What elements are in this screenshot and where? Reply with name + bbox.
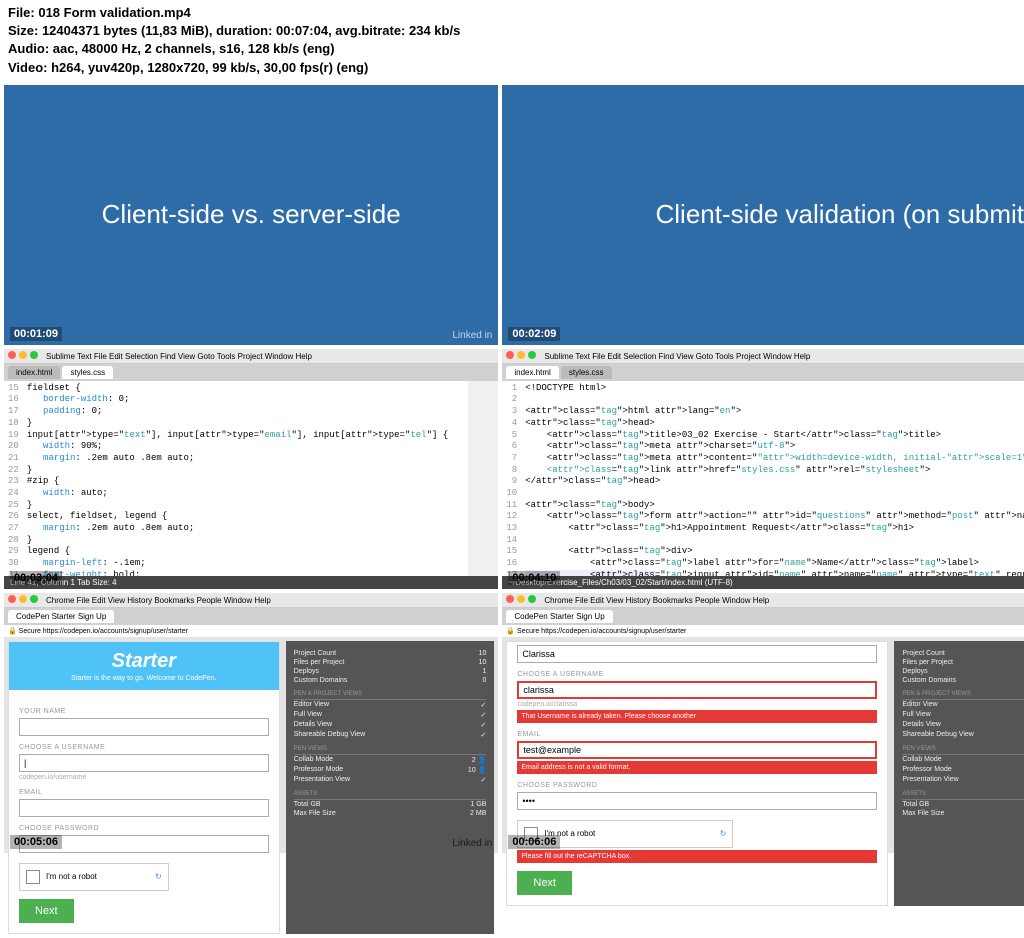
code-area[interactable]: 1234567891011121314151617181920212223242…: [502, 381, 1024, 576]
recaptcha[interactable]: I'm not a robot↻: [19, 863, 169, 891]
url-bar[interactable]: 🔒 Secure https://codepen.io/accounts/sig…: [502, 625, 1024, 637]
menubar[interactable]: Chrome File Edit View History Bookmarks …: [502, 593, 1024, 608]
timestamp: 00:01:09: [10, 327, 62, 341]
slide-2-text: Client-side validation (on submit): [656, 199, 1024, 230]
username-input[interactable]: [19, 754, 269, 772]
editor-css: Sublime Text File Edit Selection Find Vi…: [4, 349, 498, 589]
error-username: That Username is already taken. Please c…: [517, 710, 877, 723]
name-input[interactable]: [517, 645, 877, 663]
error-captcha: Please fill out the reCAPTCHA box.: [517, 850, 877, 863]
code-area[interactable]: 1516171819202122232425262728293031323334…: [4, 381, 498, 576]
browser-tab[interactable]: CodePen Starter Sign Up: [506, 610, 612, 623]
menubar[interactable]: Chrome File Edit View History Bookmarks …: [4, 593, 498, 608]
tab-styles[interactable]: styles.css: [62, 366, 113, 379]
editor-html: Sublime Text File Edit Selection Find Vi…: [502, 349, 1024, 589]
size-line: Size: 12404371 bytes (11,83 MiB), durati…: [8, 22, 1016, 40]
linkedin-logo: Linked in: [452, 838, 492, 849]
menubar[interactable]: Sublime Text File Edit Selection Find Vi…: [502, 349, 1024, 364]
browser-form-empty: Chrome File Edit View History Bookmarks …: [4, 593, 498, 853]
stats-panel: Project Count10Files per Project10Deploy…: [894, 641, 1024, 906]
timestamp: 00:06:06: [508, 835, 560, 849]
browser-tab[interactable]: CodePen Starter Sign Up: [8, 610, 114, 623]
error-email: Email address is not a valid format.: [517, 761, 877, 774]
starter-title: Starter: [13, 650, 275, 673]
slide-2: Client-side validation (on submit) 00:02…: [502, 85, 1024, 345]
url-bar[interactable]: 🔒 Secure https://codepen.io/accounts/sig…: [4, 625, 498, 637]
name-input[interactable]: [19, 718, 269, 736]
file-line: File: 018 Form validation.mp4: [8, 4, 1016, 22]
stats-panel: Project Count10Files per Project10Deploy…: [286, 641, 495, 934]
timestamp: 00:05:06: [10, 835, 62, 849]
next-button[interactable]: Next: [517, 871, 572, 895]
status-bar: ~/Desktop/Exercise_Files/Ch03/03_02/Star…: [502, 576, 1024, 589]
password-input[interactable]: [517, 792, 877, 810]
menubar[interactable]: Sublime Text File Edit Selection Find Vi…: [4, 349, 498, 364]
browser-form-errors: Chrome File Edit View History Bookmarks …: [502, 593, 1024, 853]
timestamp: 00:03:04: [10, 571, 62, 585]
audio-line: Audio: aac, 48000 Hz, 2 channels, s16, 1…: [8, 40, 1016, 58]
timestamp: 00:04:10: [508, 571, 560, 585]
tab-index[interactable]: index.html: [8, 366, 60, 379]
video-line: Video: h264, yuv420p, 1280x720, 99 kb/s,…: [8, 59, 1016, 77]
status-bar: Line 41, Column 1 Tab Size: 4: [4, 576, 498, 589]
slide-1-text: Client-side vs. server-side: [102, 199, 401, 230]
timestamp: 00:02:09: [508, 327, 560, 341]
tab-index[interactable]: index.html: [506, 366, 558, 379]
tab-styles[interactable]: styles.css: [561, 366, 612, 379]
linkedin-logo: Linked in: [452, 330, 492, 341]
next-button[interactable]: Next: [19, 899, 74, 923]
email-input[interactable]: [19, 799, 269, 817]
email-input[interactable]: [517, 741, 877, 759]
slide-1: Client-side vs. server-side 00:01:09 Lin…: [4, 85, 498, 345]
username-input[interactable]: [517, 681, 877, 699]
